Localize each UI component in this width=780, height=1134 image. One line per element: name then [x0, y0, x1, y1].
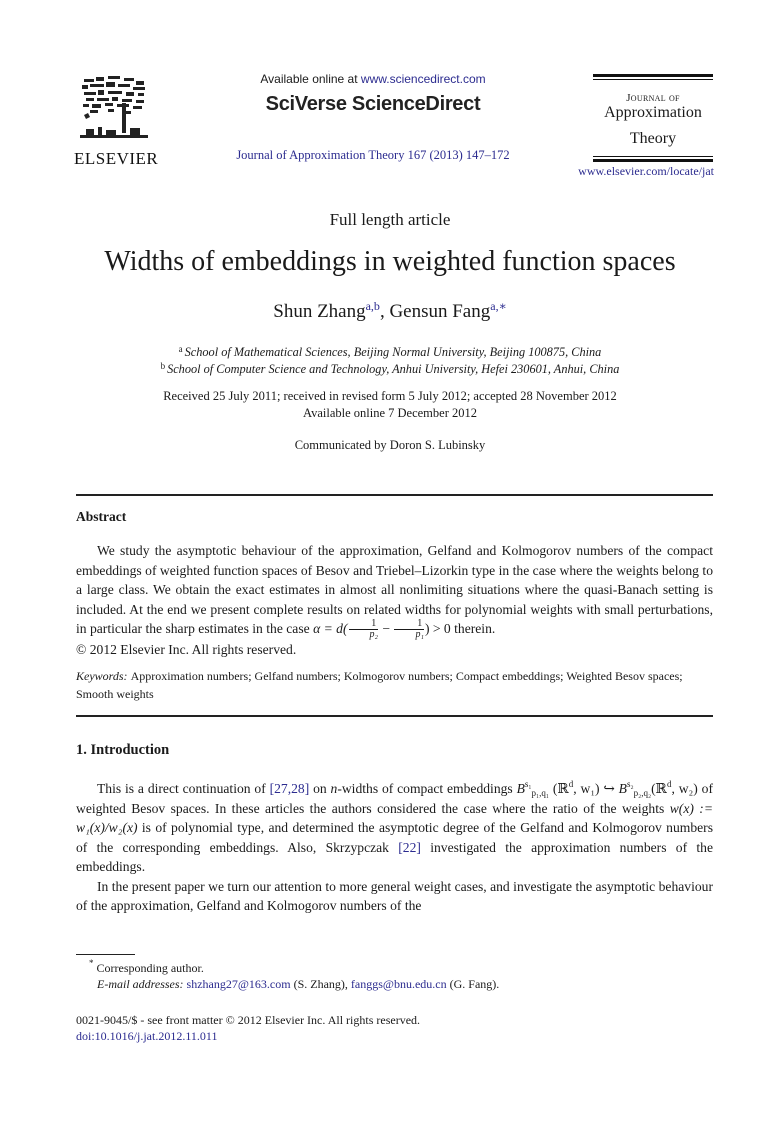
divider: [593, 74, 713, 77]
author-affil-link[interactable]: a,∗: [490, 299, 506, 313]
keywords-text: Approximation numbers; Gelfand numbers; …: [76, 669, 683, 701]
journal-box-line3: Theory: [629, 130, 677, 147]
formula: α = d(: [313, 621, 348, 636]
keywords-label: Keywords:: [76, 669, 128, 683]
copyright: © 2012 Elsevier Inc. All rights reserved…: [76, 642, 297, 658]
divider: [593, 156, 713, 157]
sciencedirect-link[interactable]: www.sciencedirect.com: [361, 72, 486, 86]
keywords: Keywords: Approximation numbers; Gelfand…: [76, 667, 713, 703]
article-title: Widths of embeddings in weighted functio…: [104, 246, 676, 277]
abstract-heading: Abstract: [76, 509, 127, 524]
divider: [76, 494, 713, 496]
abstract-body: We study the asymptotic behaviour of the…: [76, 541, 713, 660]
journal-citation-link[interactable]: Journal of Approximation Theory 167 (201…: [220, 148, 526, 163]
available-online: Available online at www.sciencedirect.co…: [260, 72, 486, 86]
affiliation: b School of Computer Science and Technolo…: [160, 361, 620, 377]
front-matter: 0021-9045/$ - see front matter © 2012 El…: [76, 1013, 421, 1043]
fraction: 1 p₂: [348, 619, 378, 640]
doi-link[interactable]: doi:10.1016/j.jat.2012.11.011: [76, 1029, 217, 1043]
introduction-body: This is a direct continuation of [27,28]…: [76, 779, 713, 916]
author-name: Gensun Fang: [389, 301, 491, 322]
email-link[interactable]: shzhang27@163.com: [187, 977, 291, 991]
platform-name: SciVerse ScienceDirect: [265, 93, 481, 115]
affiliations: a School of Mathematical Sciences, Beijin…: [0, 344, 780, 378]
email-link[interactable]: fanggs@bnu.edu.cn: [351, 977, 447, 991]
journal-box: Journal of Approximation Theory: [593, 74, 713, 162]
article-type: Full length article: [329, 210, 451, 229]
citation-link[interactable]: [22]: [398, 840, 421, 855]
journal-box-line1: Journal of: [626, 92, 680, 104]
divider: [593, 79, 713, 80]
fraction: 1 p₁: [394, 619, 424, 640]
journal-box-line2: Approximation: [604, 104, 702, 121]
divider: [76, 715, 713, 717]
footnote-divider: [76, 954, 135, 955]
footnotes: * Corresponding author. E-mail addresses…: [89, 958, 500, 992]
elsevier-tree-icon: [80, 76, 148, 138]
affiliation: a School of Mathematical Sciences, Beijin…: [178, 344, 602, 360]
journal-url-link[interactable]: www.elsevier.com/locate/jat: [548, 164, 714, 179]
paragraph: In the present paper we turn our attenti…: [76, 878, 713, 914]
divider: [593, 159, 713, 162]
communicated-by: Communicated by Doron S. Lubinsky: [294, 438, 486, 452]
article-dates: Received 25 July 2011; received in revis…: [163, 389, 617, 420]
author-list: Shun Zhanga,b, Gensun Fanga,∗: [273, 299, 507, 322]
elsevier-wordmark: ELSEVIER: [74, 149, 159, 168]
paragraph: This is a direct continuation of [27,28]…: [76, 779, 713, 875]
elsevier-logo: ELSEVIER: [74, 73, 158, 168]
section-heading: 1. Introduction: [76, 742, 170, 758]
author-name: Shun Zhang: [273, 301, 366, 322]
citation-link[interactable]: [27,28]: [270, 781, 310, 796]
author-affil-link[interactable]: a,b: [366, 299, 380, 313]
